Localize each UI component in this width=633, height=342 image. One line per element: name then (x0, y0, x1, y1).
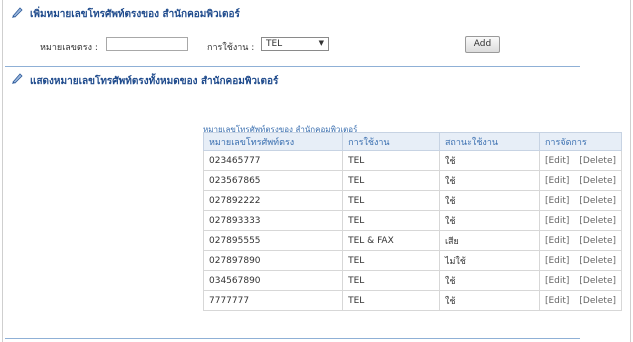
pen-icon (12, 73, 23, 84)
delete-link[interactable]: [Delete] (579, 216, 616, 226)
chevron-down-icon: ▼ (318, 39, 324, 47)
delete-link[interactable]: [Delete] (579, 196, 616, 206)
usage-cell: TEL (342, 190, 440, 211)
status-cell: เสีย (438, 230, 540, 251)
edit-link[interactable]: [Edit] (545, 256, 569, 266)
table-row: 027895555 TEL & FAX เสีย [Edit] [Delete] (202, 230, 623, 251)
actions-cell: [Edit] [Delete] (538, 210, 623, 231)
delete-link[interactable]: [Delete] (579, 176, 616, 186)
status-cell: ใช้ (438, 150, 540, 171)
table-header-row: หมายเลขโทรศัพท์ตรง การใช้งาน สถานะใช้งาน… (202, 132, 623, 151)
delete-link[interactable]: [Delete] (579, 296, 616, 306)
actions-cell: [Edit] [Delete] (538, 290, 623, 311)
usage-cell: TEL (342, 270, 440, 291)
edit-link[interactable]: [Edit] (545, 216, 569, 226)
delete-link[interactable]: [Delete] (579, 256, 616, 266)
status-cell: ใช้ (438, 190, 540, 211)
section-divider (5, 66, 580, 67)
actions-cell: [Edit] [Delete] (538, 250, 623, 271)
usage-select[interactable]: TEL ▼ (261, 37, 329, 51)
phone-number-cell: 7777777 (202, 290, 344, 311)
usage-select-value: TEL (266, 39, 283, 49)
phone-number-cell: 034567890 (202, 270, 344, 291)
delete-link[interactable]: [Delete] (579, 276, 616, 286)
edit-link[interactable]: [Edit] (545, 176, 569, 186)
delete-link[interactable]: [Delete] (579, 236, 616, 246)
table-row: 027892222 TEL ใช้ [Edit] [Delete] (202, 190, 623, 211)
phone-number-cell: 027892222 (202, 190, 344, 211)
usage-cell: TEL (342, 250, 440, 271)
actions-cell: [Edit] [Delete] (538, 230, 623, 251)
pen-icon (12, 7, 23, 18)
usage-label: การใช้งาน : (207, 43, 255, 53)
usage-cell: TEL (342, 290, 440, 311)
status-cell: ใช้ (438, 210, 540, 231)
table-row: 7777777 TEL ใช้ [Edit] [Delete] (202, 290, 623, 311)
phone-number-cell: 027895555 (202, 230, 344, 251)
table-row: 027897890 TEL ไม่ใช้ [Edit] [Delete] (202, 250, 623, 271)
usage-cell: TEL (342, 150, 440, 171)
status-cell: ใช้ (438, 270, 540, 291)
table-row: 023567865 TEL ใช้ [Edit] [Delete] (202, 170, 623, 191)
usage-cell: TEL (342, 210, 440, 231)
header-manage: การจัดการ (538, 132, 623, 151)
phone-number-label: หมายเลขตรง : (40, 43, 98, 53)
header-status: สถานะใช้งาน (438, 132, 540, 151)
phone-number-cell: 027893333 (202, 210, 344, 231)
bottom-divider (5, 338, 580, 339)
add-section-title: เพิ่มหมายเลขโทรศัพท์ตรงของ สำนักคอมพิวเต… (30, 9, 240, 20)
phone-number-cell: 023465777 (202, 150, 344, 171)
status-cell: ใช้ (438, 290, 540, 311)
phone-number-input[interactable] (106, 37, 188, 51)
delete-link[interactable]: [Delete] (579, 156, 616, 166)
phone-number-cell: 023567865 (202, 170, 344, 191)
status-cell: ไม่ใช้ (438, 250, 540, 271)
usage-cell: TEL (342, 170, 440, 191)
table-row: 034567890 TEL ใช้ [Edit] [Delete] (202, 270, 623, 291)
table-row: 023465777 TEL ใช้ [Edit] [Delete] (202, 150, 623, 171)
table-row: 027893333 TEL ใช้ [Edit] [Delete] (202, 210, 623, 231)
edit-link[interactable]: [Edit] (545, 296, 569, 306)
header-usage: การใช้งาน (342, 132, 440, 151)
actions-cell: [Edit] [Delete] (538, 190, 623, 211)
actions-cell: [Edit] [Delete] (538, 170, 623, 191)
actions-cell: [Edit] [Delete] (538, 150, 623, 171)
add-button[interactable]: Add (465, 36, 500, 53)
list-section-title: แสดงหมายเลขโทรศัพท์ตรงทั้งหมดของ สำนักคอ… (30, 76, 279, 87)
status-cell: ใช้ (438, 170, 540, 191)
edit-link[interactable]: [Edit] (545, 196, 569, 206)
header-phone: หมายเลขโทรศัพท์ตรง (202, 132, 344, 151)
edit-link[interactable]: [Edit] (545, 276, 569, 286)
phone-table: หมายเลขโทรศัพท์ตรง การใช้งาน สถานะใช้งาน… (202, 132, 623, 311)
edit-link[interactable]: [Edit] (545, 236, 569, 246)
edit-link[interactable]: [Edit] (545, 156, 569, 166)
actions-cell: [Edit] [Delete] (538, 270, 623, 291)
usage-cell: TEL & FAX (342, 230, 440, 251)
phone-number-cell: 027897890 (202, 250, 344, 271)
